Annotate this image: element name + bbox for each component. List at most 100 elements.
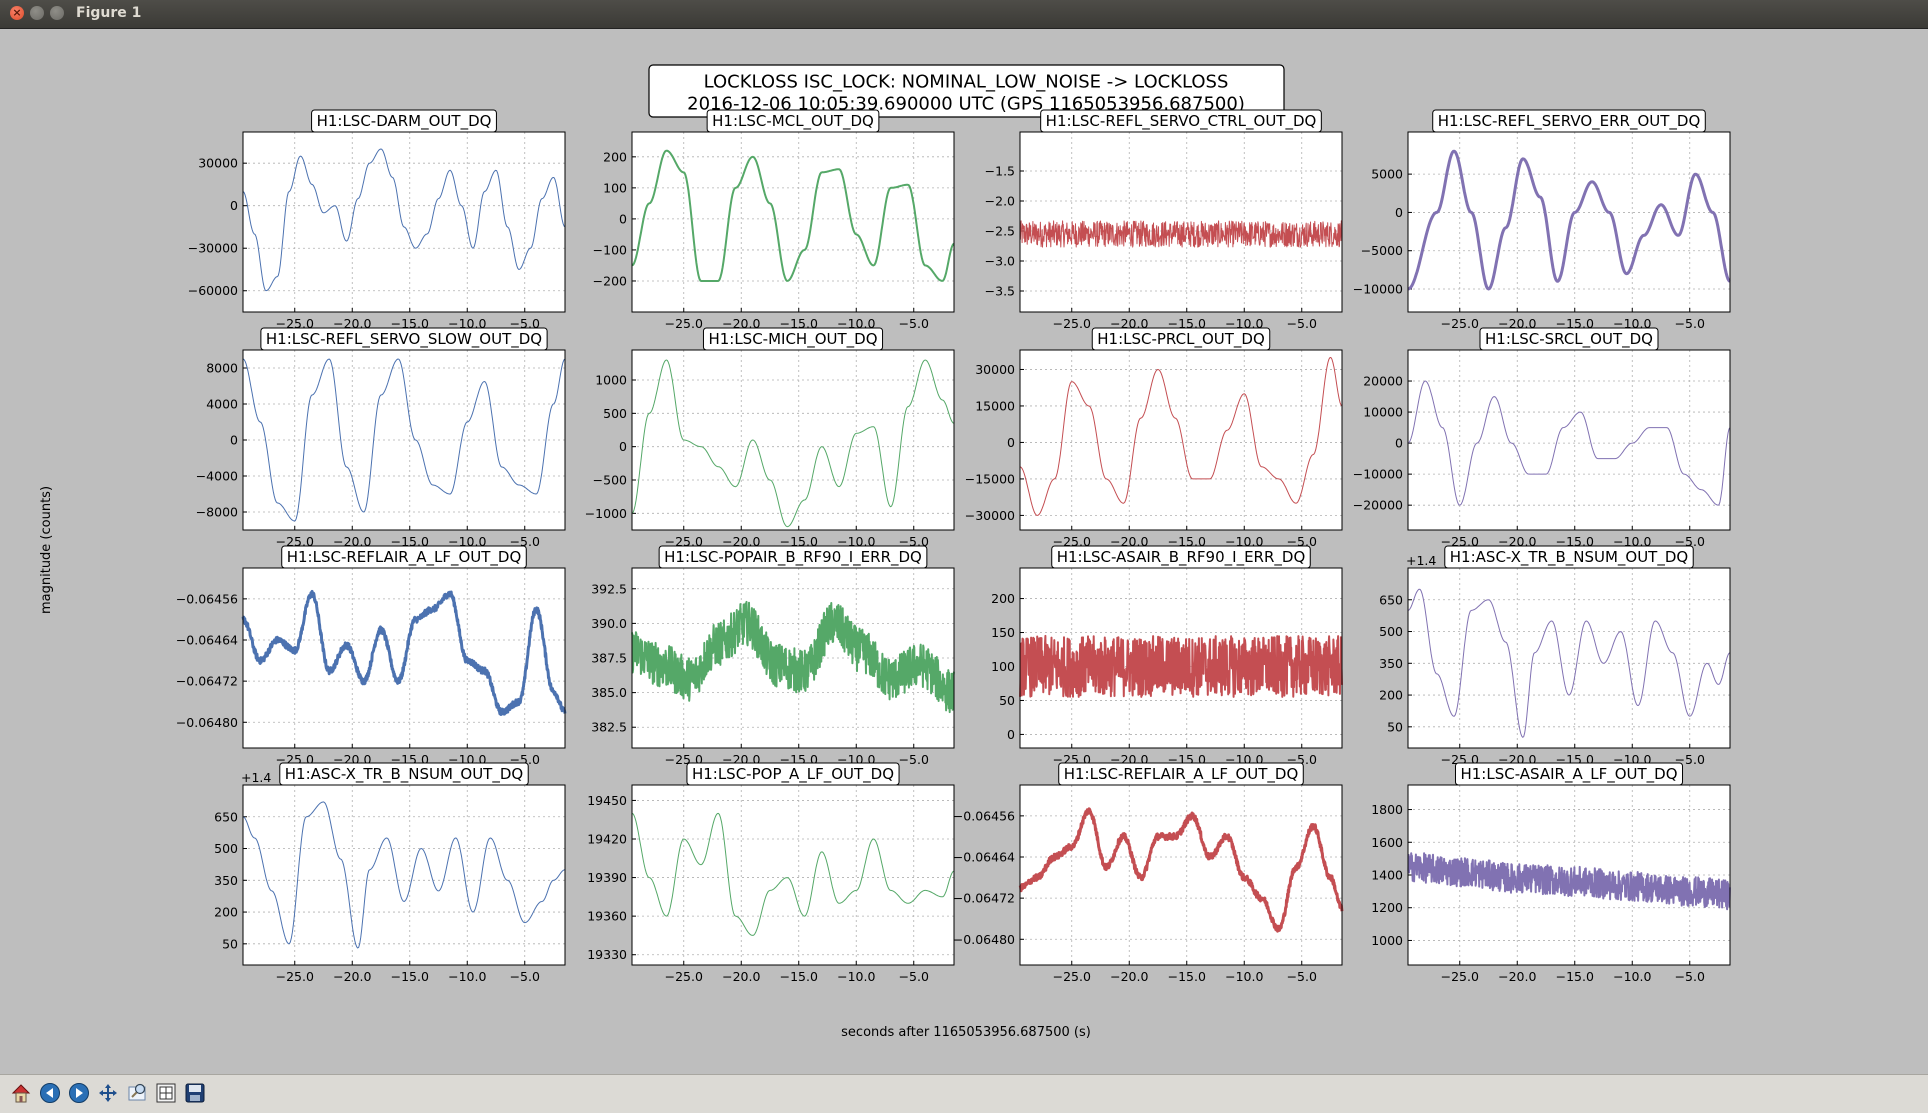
subplot-title: H1:LSC-MCL_OUT_DQ xyxy=(712,112,874,131)
y-tick-label: 387.5 xyxy=(591,651,627,666)
back-button[interactable] xyxy=(37,1080,63,1106)
x-tick-label: −25.0 xyxy=(665,969,703,984)
axes-background xyxy=(243,132,565,312)
subplot-title: H1:LSC-REFL_SERVO_SLOW_OUT_DQ xyxy=(266,330,542,349)
x-tick-label: −5.0 xyxy=(1675,316,1705,331)
axes-background xyxy=(1408,132,1730,312)
y-tick-label: −1.5 xyxy=(985,164,1015,179)
y-tick-label: 30000 xyxy=(198,156,238,171)
subplots-button[interactable] xyxy=(153,1080,179,1106)
y-tick-label: 10000 xyxy=(1363,405,1403,420)
x-tick-label: −20.0 xyxy=(722,969,760,984)
y-tick-label: 200 xyxy=(603,149,627,164)
axes-background xyxy=(632,132,954,312)
subplot-title: H1:ASC-X_TR_B_NSUM_OUT_DQ xyxy=(285,765,523,784)
save-icon xyxy=(185,1083,205,1103)
y-tick-label: 500 xyxy=(603,406,627,421)
y-tick-label: 0 xyxy=(1395,436,1403,451)
y-tick-label: −15000 xyxy=(965,471,1015,486)
x-tick-label: −15.0 xyxy=(1556,969,1594,984)
y-tick-label: −0.06464 xyxy=(953,850,1015,865)
subplot-title: H1:LSC-REFL_SERVO_ERR_OUT_DQ xyxy=(1438,112,1701,131)
figure-suptitle: LOCKLOSS ISC_LOCK: NOMINAL_LOW_NOISE -> … xyxy=(648,64,1285,118)
subplot: −25.0 −20.0 −15.0 −10.0 −5.0800040000−4000−8… xyxy=(196,327,566,549)
y-tick-label: 5000 xyxy=(1371,167,1403,182)
pan-icon xyxy=(99,1084,117,1102)
y-offset-label: +1.4 xyxy=(1406,553,1436,568)
y-tick-label: −0.06456 xyxy=(176,591,238,606)
y-tick-label: 1200 xyxy=(1371,900,1403,915)
y-tick-label: 19360 xyxy=(587,909,627,924)
x-tick-label: −10.0 xyxy=(1225,969,1263,984)
subplot: −25.0 −20.0 −15.0 −10.0 −5.010005000−500−100… xyxy=(585,327,955,549)
y-tick-label: −0.06472 xyxy=(176,674,238,689)
zoom-icon xyxy=(128,1083,146,1101)
figure-canvas[interactable]: LOCKLOSS ISC_LOCK: NOMINAL_LOW_NOISE -> … xyxy=(6,30,1922,1072)
subplots-icon xyxy=(156,1083,176,1103)
y-tick-label: −0.06480 xyxy=(953,932,1015,947)
x-tick-label: −25.0 xyxy=(665,316,703,331)
figure-svg: LOCKLOSS ISC_LOCK: NOMINAL_LOW_NOISE -> … xyxy=(39,64,1731,1040)
y-tick-label: 0 xyxy=(619,211,627,226)
y-tick-label: −0.06464 xyxy=(176,633,238,648)
pan-button[interactable] xyxy=(95,1080,121,1106)
y-tick-label: −100 xyxy=(593,242,627,257)
figure-xlabel: seconds after 1165053956.687500 (s) xyxy=(841,1025,1091,1040)
y-tick-label: 19450 xyxy=(587,793,627,808)
minimize-window-button[interactable] xyxy=(30,6,44,20)
y-tick-label: −4000 xyxy=(196,469,238,484)
y-tick-label: 150 xyxy=(991,625,1015,640)
home-icon xyxy=(11,1084,31,1103)
y-tick-label: 650 xyxy=(1379,592,1403,607)
subplot-title: H1:LSC-REFLAIR_A_LF_OUT_DQ xyxy=(287,548,522,567)
y-tick-label: 350 xyxy=(1379,656,1403,671)
subplot-title: H1:ASC-X_TR_B_NSUM_OUT_DQ xyxy=(1450,548,1688,567)
subplot-title: H1:LSC-PRCL_OUT_DQ xyxy=(1097,330,1265,349)
y-tick-label: 1000 xyxy=(1371,933,1403,948)
subplot: −25.0 −20.0 −15.0 −10.0 −5.0−1.5−2.0−2.5−3.0… xyxy=(985,109,1343,331)
x-tick-label: −15.0 xyxy=(780,969,818,984)
y-tick-label: −60000 xyxy=(188,283,238,298)
y-tick-label: 0 xyxy=(1007,727,1015,742)
y-tick-label: 392.5 xyxy=(591,581,627,596)
subplot-title: H1:LSC-ASAIR_A_LF_OUT_DQ xyxy=(1460,765,1677,784)
y-tick-label: 0 xyxy=(1395,205,1403,220)
axes-background xyxy=(1408,350,1730,530)
x-tick-label: −5.0 xyxy=(899,752,929,767)
y-tick-label: 1600 xyxy=(1371,835,1403,850)
y-tick-label: 100 xyxy=(991,659,1015,674)
save-button[interactable] xyxy=(182,1080,208,1106)
zoom-button[interactable] xyxy=(124,1080,150,1106)
y-tick-label: 20000 xyxy=(1363,374,1403,389)
x-tick-label: −25.0 xyxy=(1441,316,1479,331)
subplot: −25.0 −20.0 −15.0 −10.0 −5.0−0.06456−0.06464… xyxy=(176,545,567,767)
x-tick-label: −15.0 xyxy=(1168,969,1206,984)
maximize-window-button[interactable] xyxy=(50,6,64,20)
y-tick-label: −2.5 xyxy=(985,224,1015,239)
y-tick-label: −20000 xyxy=(1353,498,1403,513)
y-tick-label: 100 xyxy=(603,180,627,195)
axes-background xyxy=(1408,568,1730,748)
subplot-title: H1:LSC-DARM_OUT_DQ xyxy=(317,112,492,131)
subplot-title: H1:LSC-SRCL_OUT_DQ xyxy=(1485,330,1653,349)
y-tick-label: 385.0 xyxy=(591,685,627,700)
x-tick-label: −5.0 xyxy=(1287,969,1317,984)
y-tick-label: 15000 xyxy=(975,398,1015,413)
y-tick-label: −0.06472 xyxy=(953,891,1015,906)
y-tick-label: −3.5 xyxy=(985,284,1015,299)
subplot: −25.0 −20.0 −15.0 −10.0 −5.020000100000−1000… xyxy=(1353,327,1731,549)
y-tick-label: 50 xyxy=(222,936,238,951)
back-icon xyxy=(40,1083,60,1103)
forward-button[interactable] xyxy=(66,1080,92,1106)
y-tick-label: 19390 xyxy=(587,870,627,885)
y-tick-label: 390.0 xyxy=(591,616,627,631)
y-tick-label: 50 xyxy=(999,693,1015,708)
x-tick-label: −10.0 xyxy=(448,969,486,984)
x-tick-label: −25.0 xyxy=(1441,969,1479,984)
home-button[interactable] xyxy=(8,1080,34,1106)
close-window-button[interactable]: × xyxy=(10,6,24,20)
y-tick-label: 200 xyxy=(1379,688,1403,703)
x-tick-label: −25.0 xyxy=(1053,969,1091,984)
y-tick-label: 350 xyxy=(214,873,238,888)
x-tick-label: −5.0 xyxy=(899,316,929,331)
